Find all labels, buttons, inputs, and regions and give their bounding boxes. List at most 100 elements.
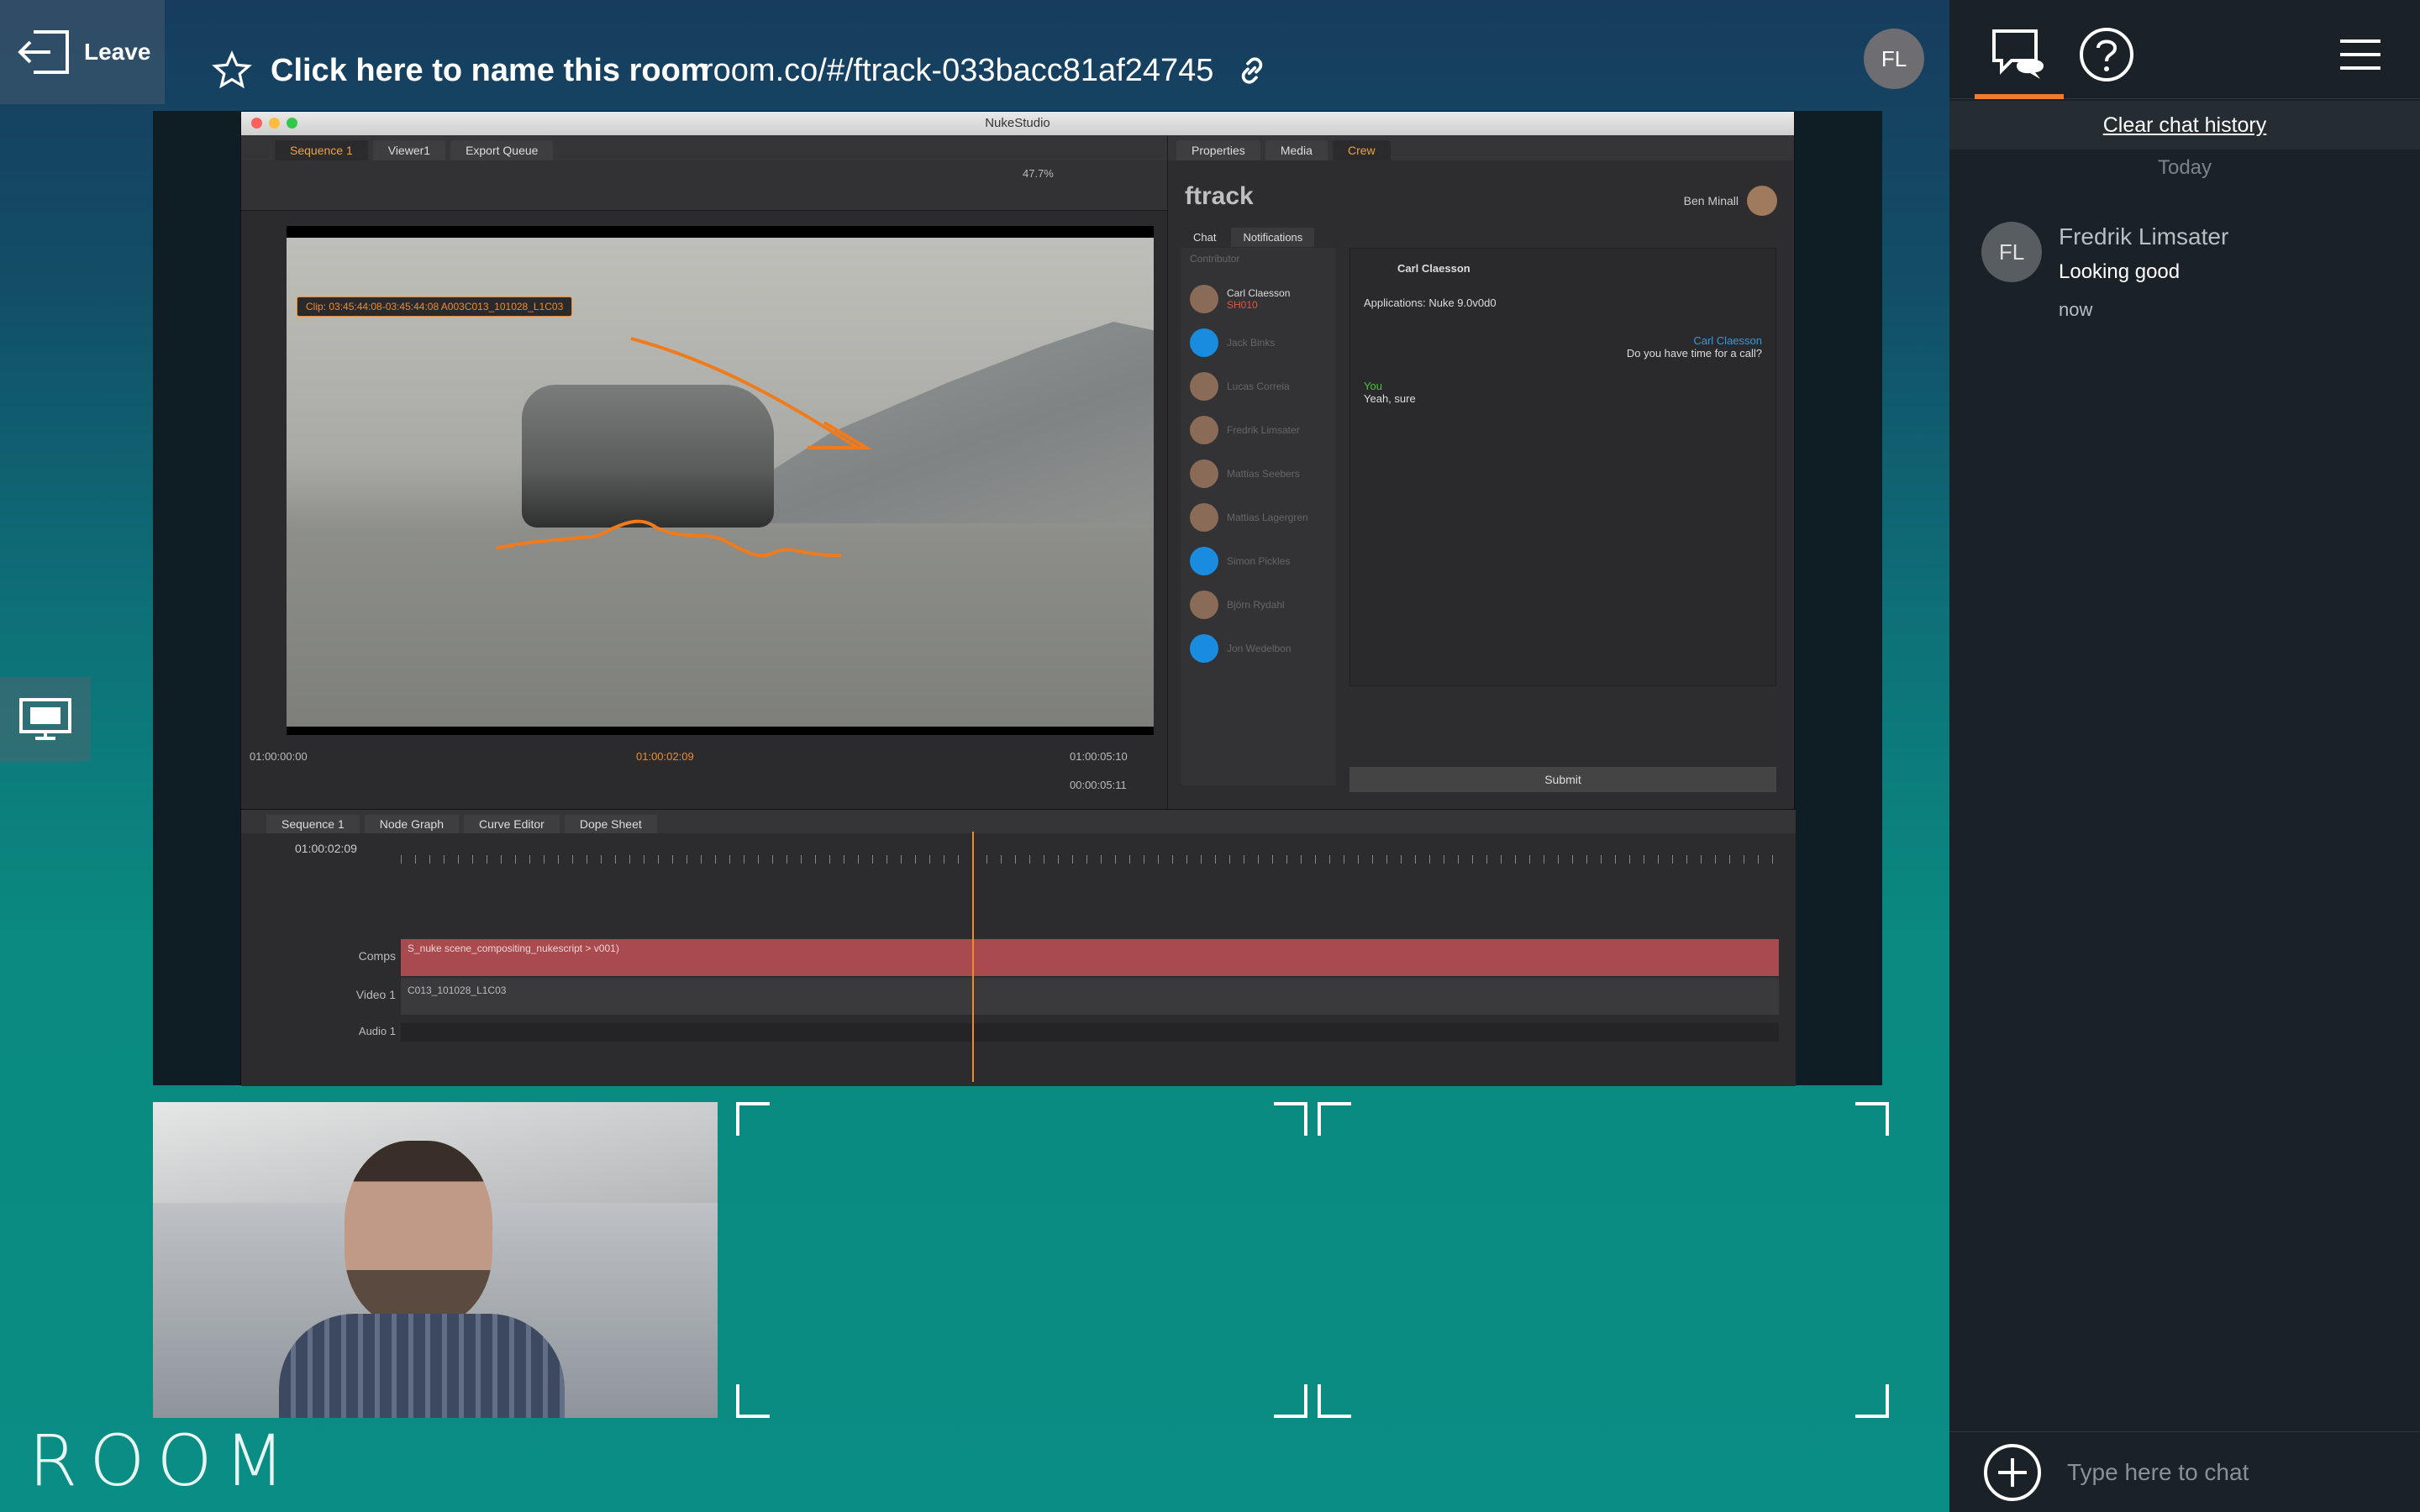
roster-item: Mattias Lagergren: [1190, 503, 1328, 532]
help-icon: [2080, 28, 2133, 81]
link-icon[interactable]: [1235, 54, 1269, 87]
help-button[interactable]: [2077, 25, 2136, 84]
roster-item: Jon Wedelbon: [1190, 634, 1328, 663]
video-clip: C013_101028_L1C03: [401, 978, 1779, 1015]
screen-share-icon: [19, 698, 71, 740]
shared-screen: NukeStudio Sequence 1 Viewer1 Export Que…: [153, 111, 1882, 1086]
participant-head: [345, 1141, 492, 1326]
window-titlebar: NukeStudio: [241, 112, 1794, 135]
tab-properties: Properties: [1176, 140, 1260, 160]
message-text: Looking good: [2059, 260, 2181, 283]
contact-name: Mattias Seebers: [1227, 468, 1300, 480]
subtab-chat: Chat: [1181, 228, 1228, 247]
nukestudio-window: NukeStudio Sequence 1 Viewer1 Export Que…: [240, 111, 1796, 1086]
contact-name: Lucas Correia: [1227, 381, 1290, 392]
contact-sub: SH010: [1227, 299, 1258, 311]
roster-item-active: Carl Claesson SH010: [1190, 285, 1328, 313]
tab-dope-sheet: Dope Sheet: [564, 815, 657, 833]
tab-sequence: Sequence 1: [275, 140, 368, 160]
ftrack-roster: Contributor Carl Claesson SH010 Jack Bin…: [1181, 248, 1336, 785]
roster-item: Simon Pickles: [1190, 547, 1328, 575]
contact-name: Jon Wedelbon: [1227, 643, 1292, 654]
chat-sidebar: Clear chat history Today FL Fredrik Lims…: [1949, 0, 2420, 1512]
chat-tab-indicator: [1975, 94, 2064, 99]
tab-viewer: Viewer1: [372, 140, 446, 160]
webcam-video: [153, 1102, 718, 1418]
contact-name: Fredrik Limsater: [1227, 424, 1300, 436]
message-time: now: [2059, 299, 2093, 320]
chat-tab-button[interactable]: [1990, 25, 2049, 84]
menu-icon: [2340, 39, 2381, 70]
ftrack-user-avatar: [1747, 186, 1777, 216]
audio-track: [401, 1023, 1779, 1042]
track-label-comps: Comps: [358, 949, 396, 963]
user-avatar[interactable]: FL: [1864, 29, 1924, 89]
contact-avatar: [1190, 503, 1218, 532]
ftrack-chat-pane: Carl Claesson Applications: Nuke 9.0v0d0…: [1349, 248, 1776, 686]
message-sender: Fredrik Limsater: [2059, 223, 2229, 249]
ftrack-panel: Properties Media Crew ftrack Ben Minall …: [1167, 135, 1794, 809]
reply-from: You: [1364, 380, 1382, 392]
empty-video-slot-2: [1318, 1102, 1889, 1418]
timecode-start: 01:00:00:00: [250, 750, 308, 763]
chat-message: FL Fredrik Limsater Looking good now: [1981, 222, 2228, 321]
contact-avatar: [1190, 328, 1218, 357]
window-title: NukeStudio: [985, 116, 1050, 130]
sidebar-header: [1949, 0, 2420, 99]
screen-share-button[interactable]: [0, 677, 91, 761]
comp-clip: S_nuke scene_compositing_nukescript > v0…: [401, 939, 1779, 976]
tab-curve-editor: Curve Editor: [464, 815, 560, 833]
contact-avatar: [1190, 285, 1218, 313]
timecode-duration: 00:00:05:11: [1070, 779, 1127, 791]
room-url-text: room.co/#/ftrack-033bacc81af24745: [702, 52, 1214, 88]
timeline-tabs: Sequence 1 Node Graph Curve Editor Dope …: [241, 810, 1796, 833]
playhead: [972, 832, 974, 1082]
close-window-icon: [251, 118, 262, 129]
timeline-panel: Sequence 1 Node Graph Curve Editor Dope …: [241, 809, 1796, 1086]
subtab-notifications: Notifications: [1231, 228, 1315, 247]
chat-applications: Applications: Nuke 9.0v0d0: [1364, 297, 1497, 309]
chat-input[interactable]: [2067, 1458, 2386, 1486]
roster-item: Björn Rydahl: [1190, 591, 1328, 619]
zoom-level: 47.7%: [1023, 167, 1054, 180]
clear-chat-history-link[interactable]: Clear chat history: [1949, 101, 2420, 150]
chat-icon: [1992, 29, 2044, 79]
video-frame: Clip: 03:45:44:08-03:45:44:08 A003C013_1…: [287, 238, 1154, 727]
panel-tabs: Properties Media Crew: [1168, 135, 1794, 160]
contact-name: Mattias Lagergren: [1227, 512, 1308, 523]
tab-timeline-sequence: Sequence 1: [266, 815, 360, 833]
timecode-end: 01:00:05:10: [1070, 750, 1128, 763]
viewer-frame: Clip: 03:45:44:08-03:45:44:08 A003C013_1…: [287, 226, 1154, 735]
message-from: Carl Claesson: [1693, 334, 1762, 347]
contact-avatar: [1190, 547, 1218, 575]
leave-icon: [18, 30, 69, 74]
room-name-label: Click here to name this room: [271, 52, 709, 88]
clip-info-label: Clip: 03:45:44:08-03:45:44:08 A003C013_1…: [297, 297, 573, 317]
ftrack-logo: ftrack: [1185, 182, 1254, 210]
tab-export-queue: Export Queue: [450, 140, 554, 160]
chat-header-name: Carl Claesson: [1397, 262, 1470, 275]
leave-label: Leave: [84, 39, 151, 65]
tab-media: Media: [1265, 140, 1328, 160]
room-url[interactable]: room.co/#/ftrack-033bacc81af24745: [702, 47, 1269, 94]
tab-node-graph: Node Graph: [364, 815, 460, 833]
menu-button[interactable]: [2331, 25, 2390, 84]
star-icon: [212, 50, 252, 89]
participant-shirt: [279, 1314, 565, 1418]
roster-item: Lucas Correia: [1190, 372, 1328, 401]
leave-button[interactable]: Leave: [0, 0, 165, 104]
viewer-timecodes: 01:00:00:00 01:00:02:09 01:00:05:10 00:0…: [250, 750, 1157, 791]
roster-item: Mattias Seebers: [1190, 459, 1328, 488]
ftrack-user-name: Ben Minall: [1683, 194, 1739, 207]
roster-item: Fredrik Limsater: [1190, 416, 1328, 444]
contact-avatar: [1190, 459, 1218, 488]
add-icon[interactable]: [1983, 1443, 2042, 1502]
contact-name: Simon Pickles: [1227, 555, 1291, 567]
minimize-window-icon: [269, 118, 280, 129]
timeline-ruler: [401, 843, 1779, 877]
contact-name: Carl Claesson: [1227, 287, 1291, 299]
message-text: Do you have time for a call?: [1626, 347, 1762, 360]
track-label-video: Video 1: [355, 988, 396, 1001]
timecode-current: 01:00:02:09: [636, 750, 694, 763]
room-name-button[interactable]: Click here to name this room: [212, 44, 709, 97]
